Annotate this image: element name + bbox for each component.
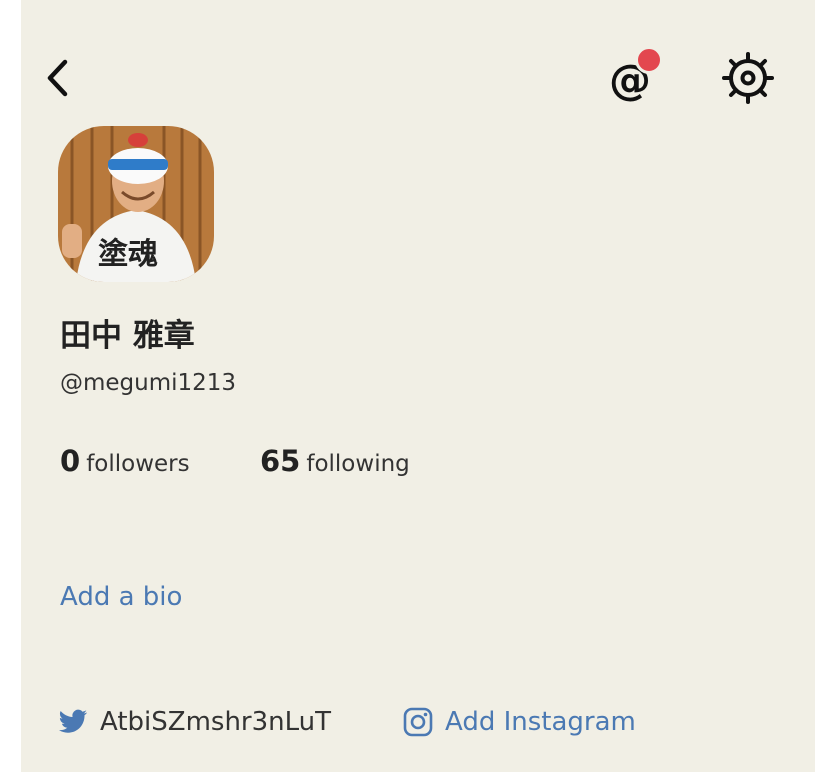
notification-dot	[635, 46, 663, 74]
instagram-icon	[403, 707, 433, 737]
profile-name: 田中 雅章	[60, 318, 195, 354]
twitter-link[interactable]: AtbiSZmshr3nLuT	[58, 700, 331, 744]
mentions-button[interactable]: @	[598, 46, 670, 108]
chevron-left-icon	[47, 59, 68, 97]
add-instagram-button[interactable]: Add Instagram	[403, 700, 636, 744]
followers-count[interactable]: 0 followers	[60, 444, 190, 478]
twitter-bird-icon	[59, 709, 88, 733]
add-instagram-label: Add Instagram	[445, 707, 636, 737]
following-label: following	[306, 451, 410, 477]
following-number: 65	[260, 444, 301, 478]
gear-icon	[722, 52, 774, 104]
settings-button[interactable]	[720, 50, 776, 106]
user-avatar-photo: 塗魂	[58, 126, 214, 282]
back-button[interactable]	[40, 55, 74, 101]
add-bio-link[interactable]: Add a bio	[60, 582, 182, 612]
twitter-handle: AtbiSZmshr3nLuT	[100, 707, 332, 737]
svg-text:塗魂: 塗魂	[98, 237, 158, 272]
profile-handle: @megumi1213	[60, 370, 237, 396]
followers-label: followers	[86, 451, 190, 477]
following-count[interactable]: 65 following	[260, 444, 410, 478]
avatar[interactable]: 塗魂	[58, 126, 214, 282]
followers-number: 0	[60, 444, 81, 478]
